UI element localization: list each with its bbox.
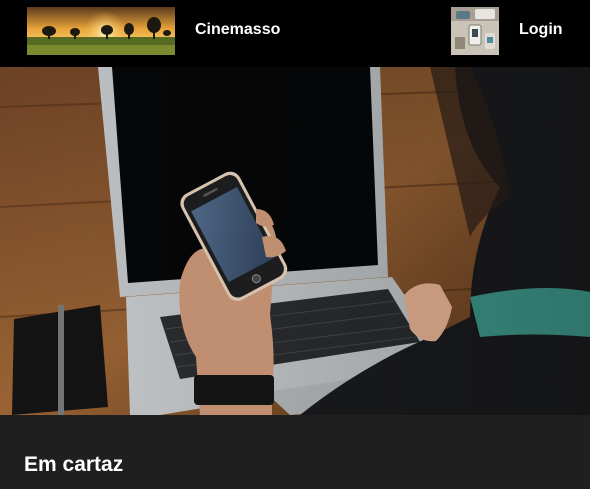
brand-name-link[interactable]: Cinemasso: [195, 21, 280, 39]
now-showing-title: Em cartaz: [24, 453, 124, 476]
navbar: Cinemasso Login: [0, 0, 590, 67]
brand-logo-image[interactable]: [27, 7, 175, 55]
login-link[interactable]: Login: [519, 21, 563, 39]
now-showing-section: [0, 415, 590, 489]
hero-banner-image: [0, 67, 590, 415]
login-thumbnail-image[interactable]: [451, 7, 499, 55]
